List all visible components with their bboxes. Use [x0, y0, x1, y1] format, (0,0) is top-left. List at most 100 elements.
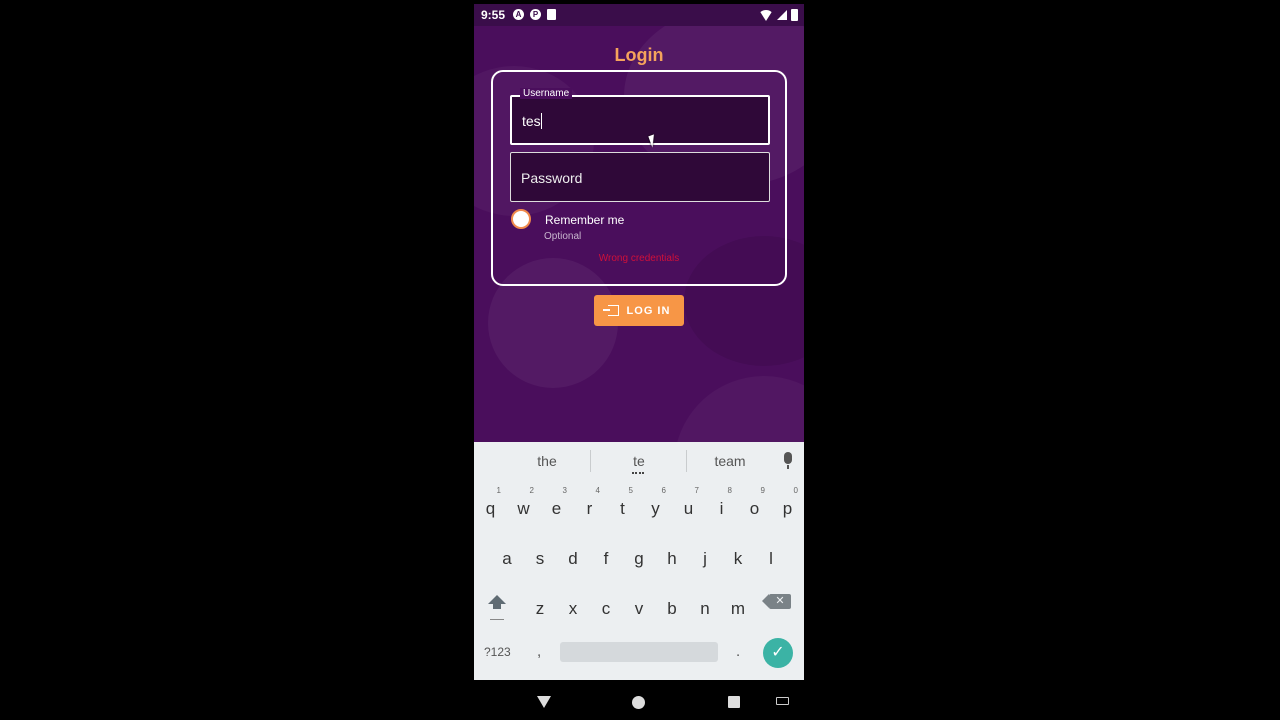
key-label: o	[749, 499, 760, 518]
key-hint: 5	[628, 486, 633, 495]
key-label: c	[601, 599, 611, 618]
key-label: x	[568, 599, 578, 618]
status-time: 9:55	[481, 8, 506, 22]
key-u[interactable]: u7	[672, 486, 705, 530]
signal-icon	[777, 10, 787, 20]
p-icon: P	[530, 9, 541, 20]
key-a[interactable]: a	[491, 540, 524, 580]
comma-key[interactable]: ,	[537, 643, 541, 660]
key-label: k	[733, 549, 743, 568]
key-label: h	[667, 549, 677, 568]
key-label: z	[535, 599, 545, 618]
key-h[interactable]: h	[656, 540, 689, 580]
key-r[interactable]: r4	[573, 486, 606, 530]
key-label: u	[683, 499, 694, 518]
more-suggestions-icon	[632, 472, 644, 474]
login-button-label: LOG IN	[626, 304, 671, 317]
username-value: tes	[522, 113, 541, 129]
username-value-wrap: tes	[522, 113, 542, 129]
key-z[interactable]: z	[524, 590, 557, 630]
key-b[interactable]: b	[656, 590, 689, 630]
password-field[interactable]: Password	[510, 152, 770, 202]
remember-me-label[interactable]: Remember me	[545, 213, 624, 227]
backspace-key[interactable]: ✕	[762, 594, 791, 609]
key-label: a	[502, 549, 512, 568]
status-bar: 9:55 A P	[474, 4, 804, 26]
phone-screen: 9:55 A P Login Username tes Password Rem…	[474, 0, 804, 720]
text-caret	[540, 113, 542, 129]
key-hint: 4	[595, 486, 600, 495]
suggestion-item[interactable]: the	[512, 453, 582, 469]
soft-keyboard: the te team q1w2e3r4t5y6u7i8o9p0asdfghjk…	[474, 442, 804, 680]
key-p[interactable]: p0	[771, 486, 804, 530]
key-label: g	[634, 549, 644, 568]
key-j[interactable]: j	[689, 540, 722, 580]
key-c[interactable]: c	[590, 590, 623, 630]
login-icon	[602, 305, 619, 316]
key-f[interactable]: f	[590, 540, 623, 580]
space-key[interactable]	[560, 642, 718, 662]
key-s[interactable]: s	[524, 540, 557, 580]
a-icon: A	[513, 9, 524, 20]
key-w[interactable]: w2	[507, 486, 540, 530]
key-hint: 9	[760, 486, 765, 495]
suggestion-item[interactable]: te	[604, 453, 674, 469]
key-label: s	[535, 549, 545, 568]
wifi-icon	[759, 9, 773, 21]
key-t[interactable]: t5	[606, 486, 639, 530]
key-label: p	[782, 499, 793, 518]
key-label: b	[667, 599, 677, 618]
key-hint: 8	[727, 486, 732, 495]
home-icon[interactable]	[632, 696, 645, 709]
shift-underline	[490, 619, 504, 620]
key-hint: 2	[529, 486, 534, 495]
key-i[interactable]: i8	[705, 486, 738, 530]
key-label: m	[730, 599, 746, 618]
microphone-icon[interactable]	[784, 452, 792, 469]
key-m[interactable]: m	[722, 590, 755, 630]
key-label: l	[769, 549, 773, 568]
login-form-card: Username tes Password Remember me Option…	[491, 70, 787, 286]
recents-icon[interactable]	[728, 696, 740, 708]
status-icons	[759, 8, 798, 22]
suggestion-divider	[686, 450, 687, 472]
key-e[interactable]: e3	[540, 486, 573, 530]
key-l[interactable]: l	[755, 540, 788, 580]
navigation-bar	[474, 680, 804, 720]
login-button[interactable]: LOG IN	[594, 295, 684, 326]
key-label: d	[568, 549, 578, 568]
key-d[interactable]: d	[557, 540, 590, 580]
background-blob	[674, 376, 804, 442]
key-hint: 1	[496, 486, 501, 495]
key-hint: 3	[562, 486, 567, 495]
symbols-key[interactable]: ?123	[484, 645, 511, 659]
suggestion-item[interactable]: team	[695, 453, 765, 469]
key-o[interactable]: o9	[738, 486, 771, 530]
key-x[interactable]: x	[557, 590, 590, 630]
key-v[interactable]: v	[623, 590, 656, 630]
key-k[interactable]: k	[722, 540, 755, 580]
key-n[interactable]: n	[689, 590, 722, 630]
key-hint: 0	[793, 486, 798, 495]
key-g[interactable]: g	[623, 540, 656, 580]
key-label: n	[700, 599, 710, 618]
shift-key[interactable]	[486, 595, 508, 617]
key-label: f	[603, 549, 609, 568]
password-placeholder: Password	[521, 170, 583, 186]
login-screen: Login Username tes Password Remember me …	[474, 26, 804, 442]
key-y[interactable]: y6	[639, 486, 672, 530]
username-field[interactable]: Username tes	[510, 88, 770, 145]
key-q[interactable]: q1	[474, 486, 507, 530]
keyboard-switch-icon[interactable]	[776, 697, 789, 705]
key-label: v	[634, 599, 644, 618]
clipboard-icon	[547, 9, 556, 20]
enter-key[interactable]: ✓	[763, 638, 793, 668]
key-label: j	[703, 549, 707, 568]
key-label: w	[517, 499, 530, 518]
back-icon[interactable]	[537, 696, 551, 708]
key-label: i	[719, 499, 724, 518]
key-label: r	[586, 499, 593, 518]
period-key[interactable]: .	[736, 643, 740, 660]
remember-me-radio[interactable]	[511, 209, 531, 229]
error-message: Wrong credentials	[598, 253, 680, 264]
